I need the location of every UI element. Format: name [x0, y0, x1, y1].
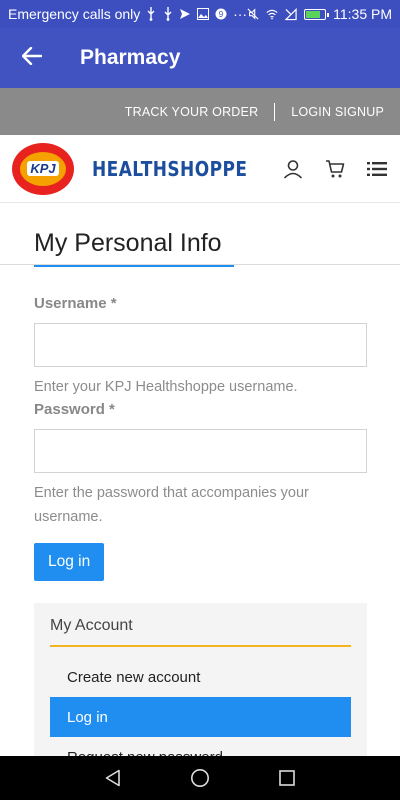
usb-debug-icon — [163, 7, 173, 21]
login-form: Username * Enter your KPJ Healthshoppe u… — [0, 267, 400, 581]
account-item-create[interactable]: Create new account — [50, 657, 351, 697]
account-item-request-password[interactable]: Request new password — [50, 737, 351, 757]
status-text: Emergency calls only — [8, 6, 141, 22]
app-circle-icon: 9 — [215, 7, 227, 21]
section-header: My Personal Info — [0, 203, 400, 267]
logo-text: KPJ — [27, 161, 59, 176]
brand-name: HEALTHSHOPPE — [92, 156, 248, 181]
section-divider — [0, 264, 400, 265]
wifi-icon — [266, 7, 278, 21]
mute-icon — [247, 7, 259, 21]
my-account-box: My Account Create new account Log in Req… — [34, 603, 367, 756]
logo[interactable]: KPJ HEALTHSHOPPE — [12, 142, 275, 195]
my-account-rule — [50, 645, 351, 647]
usb-icon — [146, 7, 156, 21]
header-icons — [282, 158, 388, 180]
user-icon[interactable] — [282, 158, 304, 180]
login-button[interactable]: Log in — [34, 543, 105, 581]
recents-square-icon[interactable] — [275, 766, 299, 790]
page-title: My Personal Info — [34, 229, 222, 257]
account-item-login[interactable]: Log in — [50, 697, 351, 737]
password-input[interactable] — [34, 429, 367, 473]
status-bar: Emergency calls only 9 ··· 11:35 PM — [0, 0, 400, 28]
app-bar: Pharmacy — [0, 28, 400, 88]
track-order-link[interactable]: TRACK YOUR ORDER — [125, 105, 259, 119]
username-help: Enter your KPJ Healthshoppe username. — [34, 379, 298, 395]
my-account-title: My Account — [50, 617, 133, 634]
status-left: Emergency calls only 9 ··· — [8, 6, 247, 22]
arrow-left-icon — [21, 46, 43, 70]
status-time: 11:35 PM — [333, 6, 392, 22]
back-triangle-icon[interactable] — [101, 766, 125, 790]
more-notifications: ··· — [233, 6, 248, 22]
password-label: Password * — [34, 401, 115, 418]
system-nav-bar — [0, 756, 400, 800]
back-button[interactable] — [0, 28, 64, 88]
main-content: My Personal Info Username * Enter your K… — [0, 203, 400, 756]
kpj-logo: KPJ — [12, 142, 74, 195]
app-title: Pharmacy — [80, 46, 181, 69]
svg-text:9: 9 — [219, 10, 224, 19]
status-right: 11:35 PM — [247, 6, 392, 22]
signal-icon — [285, 7, 297, 21]
top-links-bar: TRACK YOUR ORDER LOGIN SIGNUP — [0, 88, 400, 135]
my-account-list: Create new account Log in Request new pa… — [50, 657, 351, 756]
login-signup-link[interactable]: LOGIN SIGNUP — [291, 105, 384, 119]
battery-icon — [304, 8, 330, 20]
site-header: KPJ HEALTHSHOPPE — [0, 135, 400, 203]
home-circle-icon[interactable] — [188, 766, 212, 790]
cart-icon[interactable] — [324, 158, 346, 180]
username-input[interactable] — [34, 323, 367, 367]
menu-list-icon[interactable] — [366, 158, 388, 180]
links-divider — [274, 102, 276, 121]
password-help: Enter the password that accompanies your… — [34, 485, 309, 525]
image-icon — [197, 7, 210, 21]
username-label: Username * — [34, 295, 117, 312]
send-icon — [179, 7, 191, 21]
